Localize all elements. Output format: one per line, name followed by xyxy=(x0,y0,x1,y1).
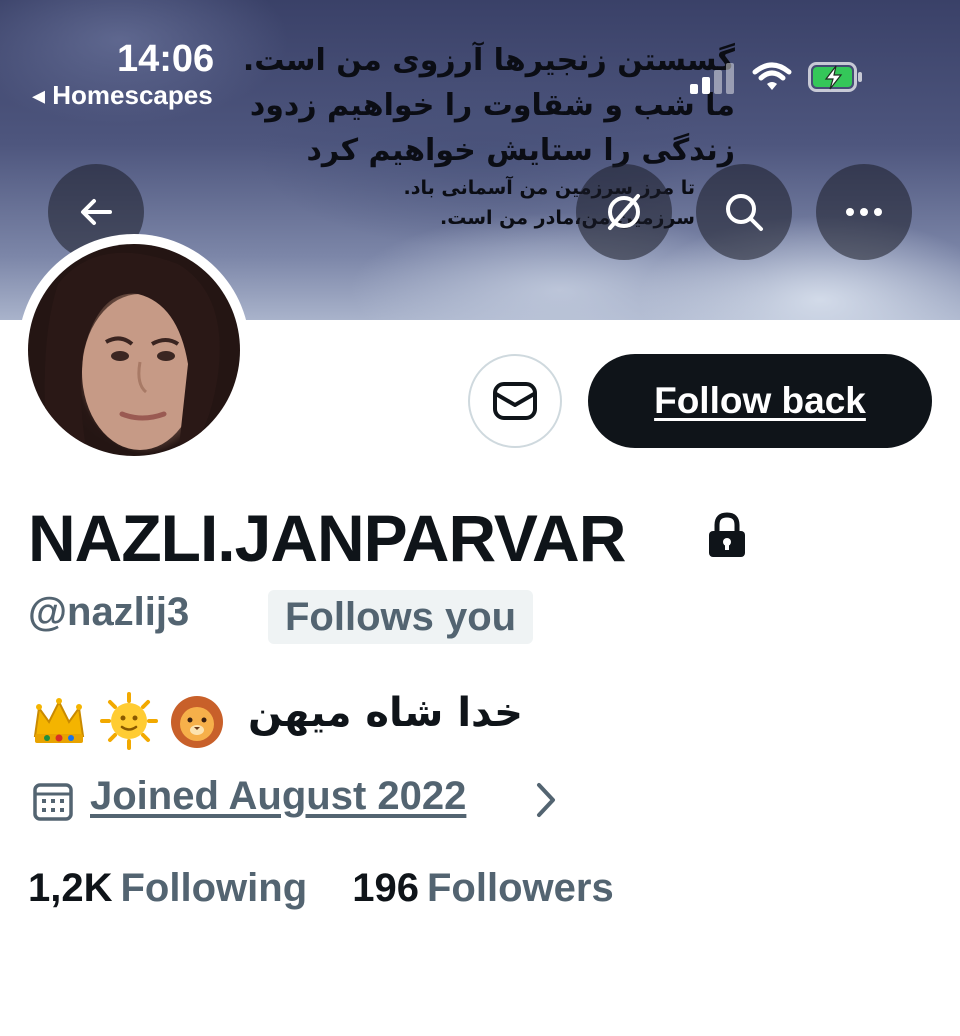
lion-icon xyxy=(171,696,223,748)
avatar-portrait-illustration xyxy=(44,252,220,456)
back-to-app-link[interactable]: ◂ Homescapes xyxy=(32,80,213,111)
cellular-signal-icon xyxy=(690,60,736,94)
sun-face-icon xyxy=(100,692,158,750)
following-link[interactable]: 1,2K Following xyxy=(28,866,318,910)
avatar-photo xyxy=(28,244,240,456)
display-name: NAZLI.JANPARVAR xyxy=(28,501,626,575)
chevron-right-icon[interactable] xyxy=(534,780,558,820)
avatar[interactable] xyxy=(18,234,250,466)
more-button[interactable] xyxy=(816,164,912,260)
more-dots-icon xyxy=(846,208,882,216)
banner-quote-line: ما شب و شقاوت را خواهیم زدود xyxy=(249,88,735,123)
wifi-icon xyxy=(752,62,792,90)
message-button[interactable] xyxy=(468,354,562,448)
followers-link[interactable]: 196 Followers xyxy=(352,866,613,910)
crown-icon xyxy=(33,698,85,743)
banner-quote-line: گسستن زنجیرها آرزوی من است. xyxy=(242,43,735,78)
follows-you-badge: Follows you xyxy=(268,590,534,644)
lock-icon xyxy=(709,512,745,557)
search-button[interactable] xyxy=(696,164,792,260)
calendar-icon xyxy=(33,783,73,821)
envelope-icon xyxy=(493,382,537,420)
follow-stats: 1,2K Following 196 Followers xyxy=(28,866,614,911)
grok-button[interactable] xyxy=(576,164,672,260)
user-handle: @nazlij3 xyxy=(28,590,190,634)
battery-charging-icon xyxy=(808,62,862,92)
joined-date-link[interactable]: Joined August 2022 xyxy=(90,774,466,819)
following-label: Following xyxy=(120,866,308,910)
grok-icon xyxy=(608,194,640,230)
arrow-left-icon xyxy=(81,199,112,225)
banner-quote-line: زندگی را ستایش خواهیم کرد xyxy=(306,133,735,168)
followers-count: 196 xyxy=(352,866,419,910)
follow-back-button[interactable]: Follow back xyxy=(588,354,932,448)
followers-label: Followers xyxy=(427,866,614,910)
following-count: 1,2K xyxy=(28,866,113,910)
search-icon xyxy=(726,194,763,231)
bio-text: خدا شاه میهن xyxy=(248,690,523,736)
status-time: 14:06 xyxy=(117,38,215,80)
